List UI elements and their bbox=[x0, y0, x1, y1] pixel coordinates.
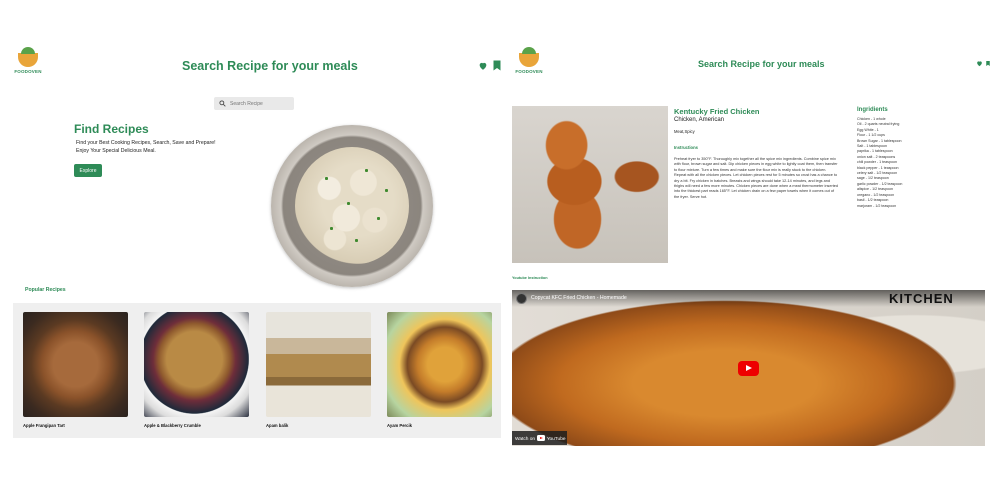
recipe-title: Kentucky Fried Chicken bbox=[674, 107, 760, 116]
explore-button[interactable]: Explore bbox=[74, 164, 102, 177]
recipe-image[interactable] bbox=[144, 312, 249, 417]
logo-text: FOODOVEN bbox=[515, 69, 543, 74]
recipe-card[interactable]: Apam balik bbox=[266, 312, 371, 428]
pasta bbox=[295, 147, 409, 265]
page-title: Search Recipe for your meals bbox=[182, 59, 358, 73]
youtube-label: YouTube bbox=[546, 437, 566, 442]
hero-subtitle: Find your Best Cooking Recipes, Search, … bbox=[76, 139, 216, 155]
recipe-card[interactable]: Apple & Blackberry Crumble bbox=[144, 312, 249, 428]
heart-icon[interactable] bbox=[976, 60, 983, 67]
recipe-name[interactable]: Ayam Percik bbox=[387, 423, 492, 428]
recipe-detail-screenshot: FOODOVEN Search Recipe for your meals Ke… bbox=[510, 47, 990, 452]
logo[interactable]: FOODOVEN bbox=[13, 47, 43, 74]
channel-avatar[interactable] bbox=[516, 293, 527, 304]
ingredients-heading: Ingridients bbox=[857, 107, 888, 113]
popular-recipes-list: Apple Frangipan Tart Apple & Blackberry … bbox=[13, 303, 501, 438]
logo[interactable]: FOODOVEN bbox=[514, 47, 544, 74]
ingredient-item: chili powder - 1 teaspoon bbox=[857, 160, 897, 165]
recipe-tags: Meat,Spicy bbox=[674, 129, 695, 134]
recipe-name[interactable]: Apam balik bbox=[266, 423, 371, 428]
bowl-icon bbox=[519, 47, 539, 67]
instructions-heading: Instructions bbox=[674, 145, 698, 150]
video-title[interactable]: Copycat KFC Fried Chicken - Homemade bbox=[531, 295, 627, 301]
watch-on-label: Watch on bbox=[515, 437, 536, 442]
bowl-icon bbox=[18, 47, 38, 67]
recipe-card[interactable]: Apple Frangipan Tart bbox=[23, 312, 128, 428]
youtube-heading: Youtube Instruction bbox=[512, 276, 548, 280]
hero-title: Find Recipes bbox=[74, 122, 149, 136]
header: FOODOVEN Search Recipe for your meals bbox=[10, 47, 505, 87]
hero-pasta-image bbox=[271, 125, 433, 287]
ingredients-list: Chicken - 1 whole Oil - 2 quarts neutral… bbox=[857, 117, 902, 209]
instructions-text: Preheat fryer to 350°F. Thoroughly mix t… bbox=[674, 157, 838, 199]
recipe-image bbox=[512, 106, 668, 263]
recipe-image[interactable] bbox=[387, 312, 492, 417]
recipe-name[interactable]: Apple & Blackberry Crumble bbox=[144, 423, 249, 428]
page-title: Search Recipe for your meals bbox=[698, 59, 825, 69]
hero-subtitle-line2: Enjoy Your Special Delicious Meal. bbox=[76, 148, 156, 154]
watch-on-youtube-button[interactable]: Watch on YouTube bbox=[512, 431, 567, 445]
video-watermark: KITCHEN bbox=[889, 291, 954, 306]
bookmark-icon[interactable] bbox=[493, 60, 501, 71]
recipe-name[interactable]: Apple Frangipan Tart bbox=[23, 423, 128, 428]
search-input[interactable] bbox=[230, 98, 290, 109]
recipe-card[interactable]: Ayam Percik bbox=[387, 312, 492, 428]
search-bar[interactable] bbox=[214, 97, 294, 110]
recipe-category: Chicken, American bbox=[674, 117, 725, 123]
search-icon bbox=[219, 100, 226, 107]
popular-recipes-heading: Popular Recipes bbox=[25, 287, 66, 293]
logo-text: FOODOVEN bbox=[14, 69, 42, 74]
recipe-image[interactable] bbox=[266, 312, 371, 417]
bookmark-icon[interactable] bbox=[986, 59, 990, 68]
heart-icon[interactable] bbox=[478, 61, 488, 71]
ingredient-item: marjoram - 1/2 teaspoon bbox=[857, 203, 897, 208]
recipe-image[interactable] bbox=[23, 312, 128, 417]
youtube-video-embed[interactable]: Copycat KFC Fried Chicken - Homemade KIT… bbox=[512, 290, 985, 446]
hero-subtitle-line1: Find your Best Cooking Recipes, Search, … bbox=[76, 140, 216, 146]
youtube-icon bbox=[537, 435, 546, 441]
home-page-screenshot: FOODOVEN Search Recipe for your meals Fi… bbox=[10, 47, 505, 452]
play-button[interactable] bbox=[738, 361, 759, 376]
page: FOODOVEN Search Recipe for your meals Fi… bbox=[0, 0, 1000, 500]
